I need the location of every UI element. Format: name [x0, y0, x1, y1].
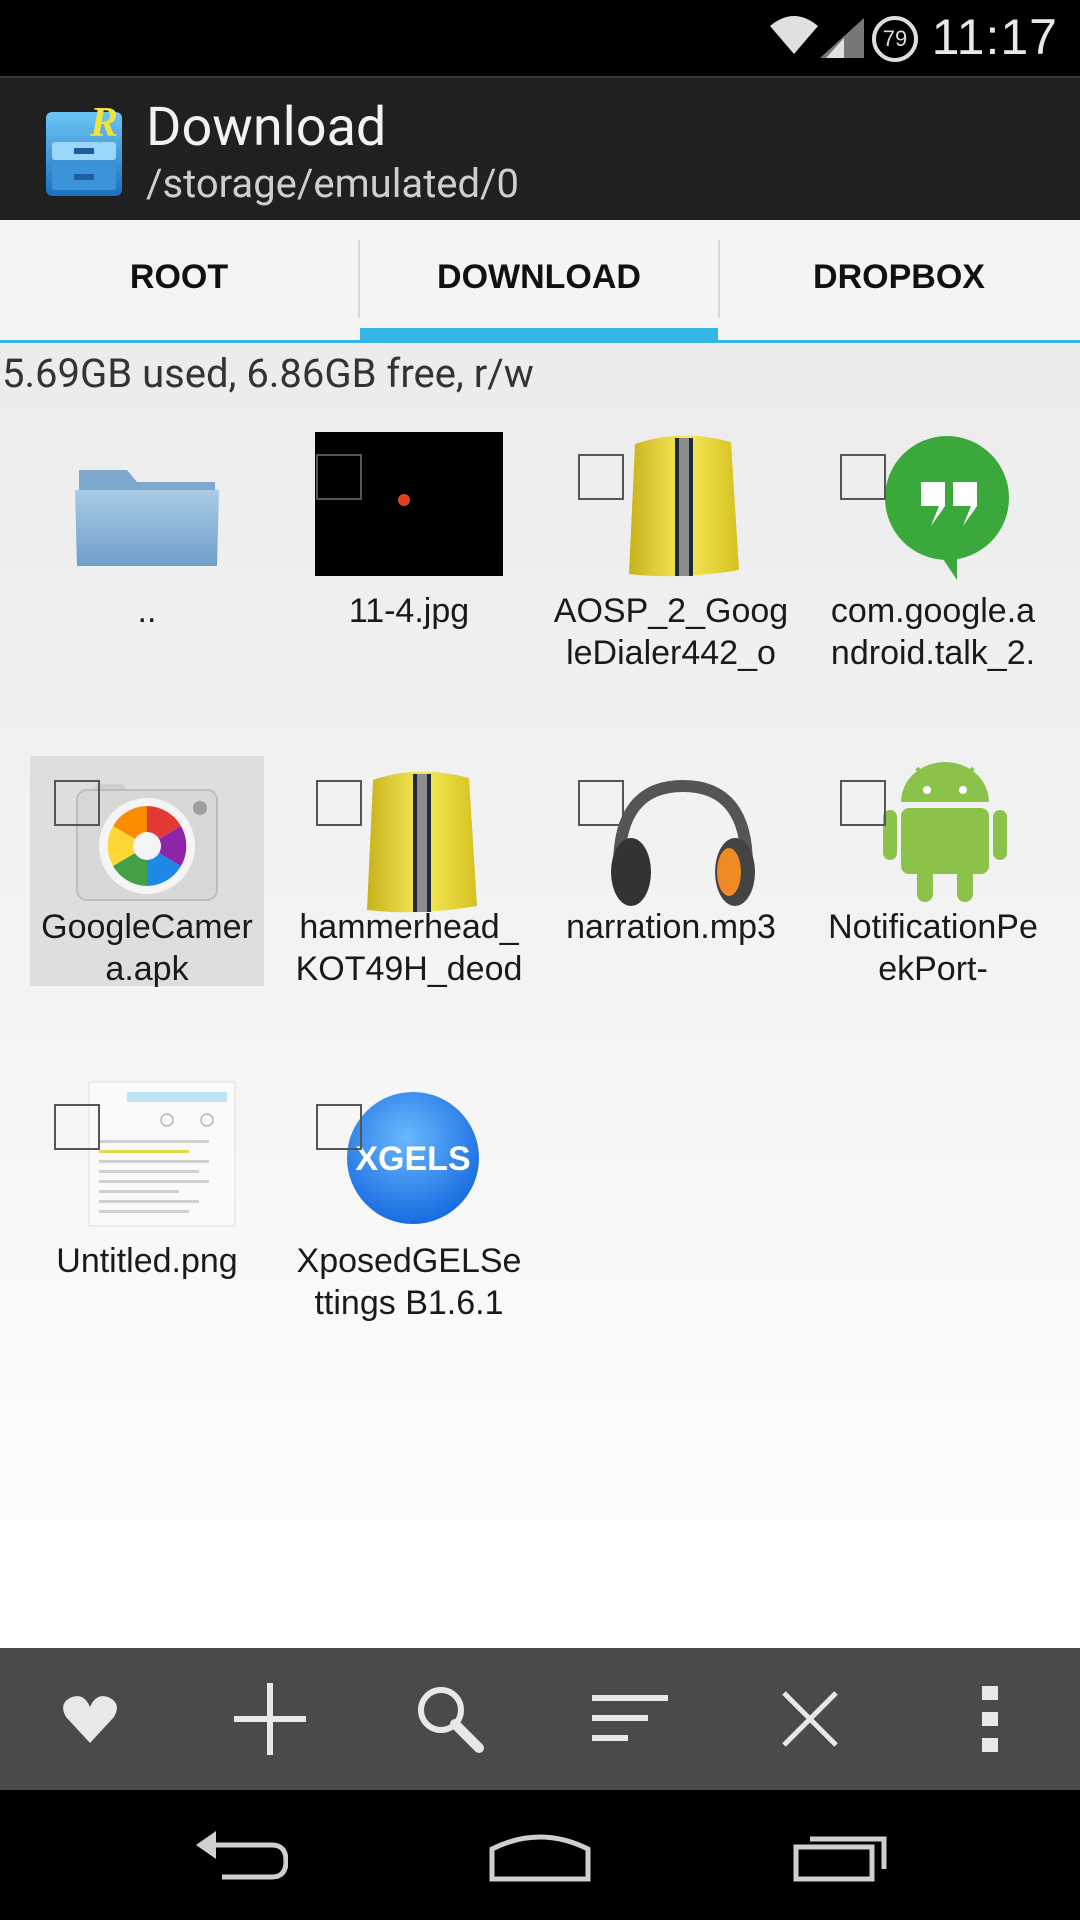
overflow-icon — [982, 1686, 998, 1752]
status-bar: 79 11:17 — [0, 0, 1080, 76]
file-checkbox[interactable] — [316, 780, 362, 826]
file-checkbox[interactable] — [840, 454, 886, 500]
search-icon — [418, 1687, 484, 1753]
search-button[interactable] — [360, 1648, 540, 1790]
file-item[interactable]: XGELS XposedGELSe ttings B1.6.1 — [292, 1080, 526, 1322]
hangouts-icon — [833, 430, 1033, 580]
file-item-selected[interactable]: GoogleCamer a.apk — [30, 756, 264, 988]
wifi-icon — [768, 12, 820, 60]
file-name: GoogleCamer a.apk — [41, 908, 253, 988]
file-item[interactable]: hammerhead_ KOT49H_deod — [292, 756, 526, 988]
file-checkbox[interactable] — [578, 454, 624, 500]
recents-button[interactable] — [740, 1790, 940, 1920]
tab-dropbox[interactable]: DROPBOX — [720, 220, 1078, 344]
page-title: Download — [146, 96, 387, 159]
file-grid: 5.69GB used, 6.86GB free, r/w .. 11-4.jp… — [0, 344, 1080, 1648]
home-icon — [489, 1834, 591, 1882]
signal-icon — [820, 18, 866, 62]
folder-icon — [47, 430, 247, 580]
heart-icon — [63, 1696, 117, 1743]
bottom-toolbar — [0, 1648, 1080, 1790]
xgels-icon: XGELS — [309, 1080, 509, 1230]
android-icon — [833, 756, 1033, 906]
file-name: com.google.a ndroid.talk_2. — [830, 592, 1036, 672]
file-name: narration.mp3 — [566, 908, 776, 946]
file-checkbox[interactable] — [54, 780, 100, 826]
screenshot-thumbnail — [47, 1080, 247, 1230]
file-checkbox[interactable] — [578, 780, 624, 826]
favorites-button[interactable] — [0, 1648, 180, 1790]
close-button[interactable] — [720, 1648, 900, 1790]
file-item[interactable]: Untitled.png — [30, 1080, 264, 1310]
file-checkbox[interactable] — [840, 780, 886, 826]
zip-icon — [571, 430, 771, 580]
status-time: 11:17 — [931, 9, 1058, 65]
tab-active-indicator — [360, 328, 718, 342]
recents-icon — [793, 1836, 887, 1882]
battery-icon: 79 — [872, 16, 918, 62]
sort-icon — [592, 1695, 668, 1741]
file-name: Untitled.png — [56, 1242, 238, 1280]
file-item[interactable]: com.google.a ndroid.talk_2. — [816, 430, 1050, 672]
file-name: 11-4.jpg — [348, 592, 470, 630]
current-path: /storage/emulated/0 — [146, 160, 520, 207]
add-button[interactable] — [180, 1648, 360, 1790]
back-icon — [196, 1831, 288, 1880]
xgels-icon-label: XGELS — [355, 1140, 470, 1178]
file-item[interactable]: narration.mp3 — [554, 756, 788, 986]
file-item[interactable]: 11-4.jpg — [292, 430, 526, 660]
file-name: AOSP_2_Goog leDialer442_o — [553, 592, 789, 672]
plus-icon — [234, 1683, 306, 1755]
tab-download[interactable]: DOWNLOAD — [360, 220, 718, 344]
image-thumbnail — [309, 430, 509, 580]
file-name: hammerhead_ KOT49H_deod — [295, 908, 523, 988]
back-button[interactable] — [140, 1790, 340, 1920]
file-item[interactable]: AOSP_2_Goog leDialer442_o — [554, 430, 788, 672]
storage-info: 5.69GB used, 6.86GB free, r/w — [2, 350, 534, 397]
file-name: NotificationPe ekPort- — [828, 908, 1038, 988]
file-name: .. — [137, 592, 157, 630]
app-icon[interactable]: R — [44, 100, 124, 202]
file-item[interactable]: NotificationPe ekPort- — [816, 756, 1050, 988]
tab-bar: ROOT DOWNLOAD DROPBOX — [0, 220, 1080, 344]
tab-root[interactable]: ROOT — [0, 220, 358, 344]
app-icon-letter: R — [89, 102, 118, 146]
close-icon — [782, 1691, 838, 1747]
home-button[interactable] — [440, 1790, 640, 1920]
file-item-parent[interactable]: .. — [30, 430, 264, 660]
file-checkbox[interactable] — [316, 1104, 362, 1150]
action-bar: R Download /storage/emulated/0 — [0, 76, 1080, 222]
overflow-menu-button[interactable] — [900, 1648, 1080, 1790]
navigation-bar — [0, 1790, 1080, 1920]
file-checkbox[interactable] — [54, 1104, 100, 1150]
sort-button[interactable] — [540, 1648, 720, 1790]
file-checkbox[interactable] — [316, 454, 362, 500]
file-name: XposedGELSe ttings B1.6.1 — [296, 1242, 522, 1322]
